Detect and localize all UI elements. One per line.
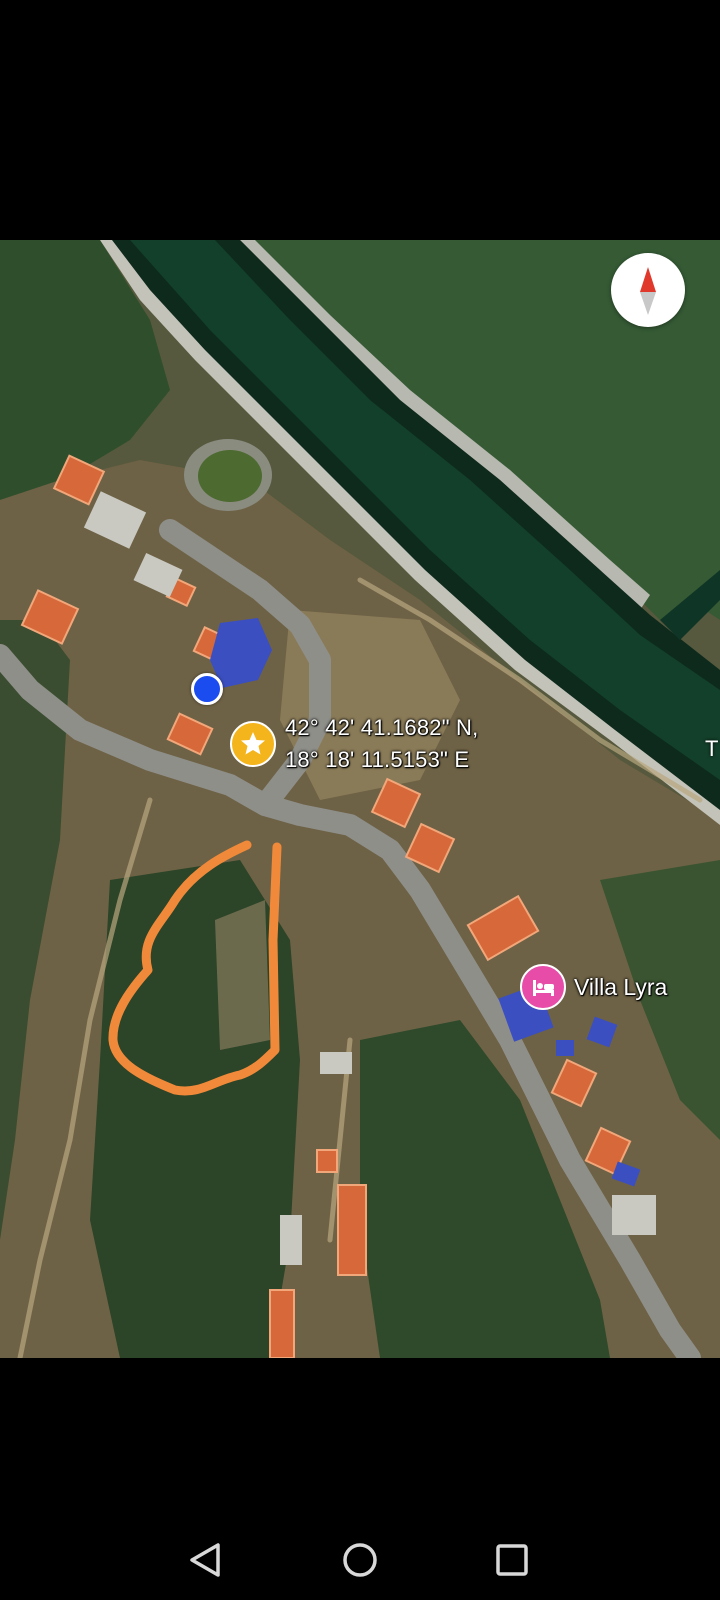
dropped-pin[interactable]	[230, 721, 276, 767]
pin-coordinates[interactable]: 42° 42' 41.1682" N, 18° 18' 11.5153" E	[285, 712, 478, 776]
home-button[interactable]	[330, 1530, 390, 1590]
coordinates-latitude: 42° 42' 41.1682" N,	[285, 715, 479, 740]
place-label[interactable]: Villa Lyra	[574, 973, 667, 1001]
compass-needle-icon	[640, 267, 656, 315]
recents-button[interactable]	[482, 1530, 542, 1590]
star-icon	[241, 732, 265, 755]
satellite-imagery	[0, 240, 720, 1358]
satellite-map[interactable]: 42° 42' 41.1682" N, 18° 18' 11.5153" E V…	[0, 240, 720, 1358]
top-blank-area	[0, 0, 720, 240]
back-triangle-icon	[190, 1543, 220, 1577]
coordinates-longitude: 18° 18' 11.5153" E	[285, 747, 470, 772]
home-circle-icon	[343, 1543, 377, 1577]
navigation-bar	[0, 1520, 720, 1600]
villa-lyra-pin[interactable]	[520, 964, 566, 1010]
compass-button[interactable]	[611, 253, 685, 327]
screen: 42° 42' 41.1682" N, 18° 18' 11.5153" E V…	[0, 0, 720, 1600]
edge-map-label: T	[705, 736, 719, 761]
hotel-bed-icon	[533, 980, 554, 996]
my-location-dot[interactable]	[191, 673, 223, 705]
recents-square-icon	[496, 1544, 528, 1576]
back-button[interactable]	[176, 1530, 236, 1590]
